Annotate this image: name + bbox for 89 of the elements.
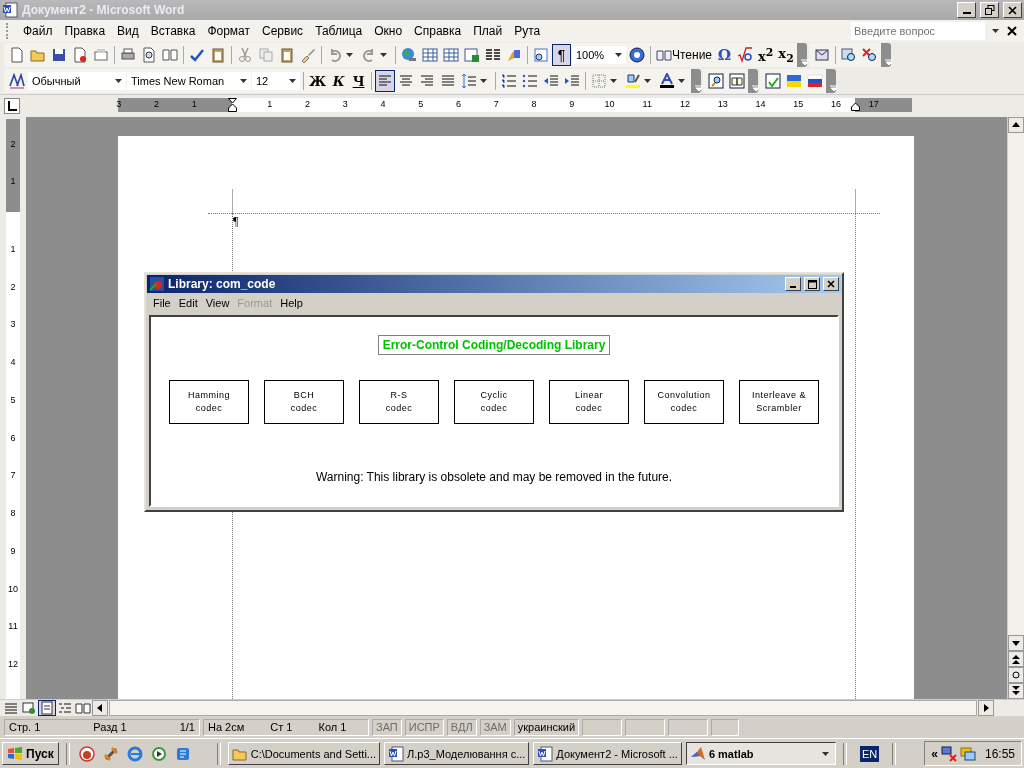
language-indicator: украинский: [513, 718, 580, 736]
help-search-field[interactable]: Введите вопрос: [851, 22, 985, 40]
formatting-marks-button[interactable]: ¶: [552, 44, 571, 66]
ruler-number: 1: [190, 99, 198, 109]
ruler-number: 6: [455, 99, 462, 109]
ruler-number: 5: [417, 99, 425, 109]
font-dropdown[interactable]: Times New Roman: [127, 72, 251, 90]
library-block[interactable]: Convolution codec: [644, 380, 724, 424]
status-field: Разд 1: [93, 721, 127, 733]
ruler-number: 6: [9, 432, 17, 443]
ruler-number: 2: [304, 99, 311, 109]
ruler-number: 10: [7, 583, 19, 594]
library-block[interactable]: Hamming codec: [169, 380, 249, 424]
menu-item[interactable]: Окно: [368, 24, 409, 38]
language-indicator[interactable]: EN: [859, 745, 880, 762]
subscript-button[interactable]: x$_{2}$: [776, 44, 796, 66]
menu-item[interactable]: Формат: [201, 24, 257, 38]
window-title: Library: com_code: [168, 277, 277, 291]
library-block[interactable]: Cyclic codec: [454, 380, 534, 424]
style-dropdown[interactable]: Обычный: [28, 72, 126, 90]
ruler-number: 2: [9, 281, 17, 292]
status-field: Стр. 1: [9, 721, 41, 733]
menu-item[interactable]: Сервис: [256, 24, 310, 38]
ruler-number: 1: [266, 99, 274, 109]
taskbar-button[interactable]: 6 matlab: [685, 742, 836, 765]
status-field: 1/1: [179, 721, 195, 733]
ruler-number: 11: [7, 621, 19, 632]
ruler-number: 4: [9, 357, 17, 367]
bold-button[interactable]: Ж: [307, 70, 329, 92]
ruler-number: 9: [568, 99, 576, 109]
ruler-number: 12: [7, 659, 19, 669]
library-block[interactable]: Linear codec: [549, 380, 629, 424]
start-button[interactable]: Пуск: [2, 742, 59, 765]
ruler-number: 5: [9, 394, 17, 405]
ruler-number: 7: [492, 99, 500, 109]
ruler-number: 2: [153, 99, 160, 109]
menu-item[interactable]: Help: [276, 297, 307, 309]
status-field: На 2см: [208, 721, 245, 733]
italic-button[interactable]: К: [329, 70, 349, 92]
ruler-number: 9: [9, 545, 17, 556]
window-title: Документ2 - Microsoft Word: [22, 3, 186, 17]
ruler-number: 4: [379, 99, 387, 109]
status-field: Ст 1: [270, 721, 293, 733]
ruler-number: 1: [9, 176, 17, 187]
ruler-number: 10: [603, 99, 616, 109]
menu-item[interactable]: File: [149, 297, 175, 309]
menu-item[interactable]: View: [201, 297, 234, 309]
ruler-number: 14: [754, 99, 767, 109]
taskbar-button[interactable]: Л.р3_Моделювання с...: [384, 742, 530, 765]
library-block[interactable]: R-S codec: [359, 380, 439, 424]
warning-text: Warning: This library is obsolete and may be removed in the future.: [315, 470, 673, 484]
ruler-number: 3: [9, 319, 17, 330]
ruler-number: 15: [792, 99, 805, 109]
menu-item[interactable]: Файл: [17, 24, 59, 38]
menu-item[interactable]: Рута: [508, 24, 547, 38]
menu-item[interactable]: Правка: [58, 24, 112, 38]
ruler-number: 12: [679, 99, 691, 109]
menu-item[interactable]: Плай: [467, 24, 509, 38]
taskbar-button[interactable]: C:\Documents and Setti...: [227, 742, 381, 765]
ruler-number: 16: [830, 99, 842, 109]
underline-button[interactable]: Ч: [349, 70, 369, 92]
ruler-number: 2: [9, 138, 17, 149]
ruler-number: 13: [716, 99, 729, 109]
show-hidden-icons-button[interactable]: «: [931, 746, 938, 761]
reading-button[interactable]: Чтение: [654, 44, 715, 66]
library-heading: Error-Control Coding/Decoding Library: [377, 335, 611, 355]
taskbar-button[interactable]: Документ2 - Microsoft ...: [533, 742, 682, 765]
library-block[interactable]: BCH codec: [264, 380, 344, 424]
symbol-button[interactable]: Ω: [715, 44, 735, 66]
ruler-number: 11: [641, 99, 653, 109]
ruler-number: 3: [115, 99, 123, 109]
ruler-number: 17: [867, 99, 880, 109]
superscript-button[interactable]: x$^{2}$: [756, 44, 776, 66]
library-block[interactable]: Interleave & Scrambler: [739, 380, 819, 424]
ruler-number: 3: [341, 99, 349, 109]
ruler-number: 8: [530, 99, 538, 109]
menu-item[interactable]: Edit: [174, 297, 202, 309]
clock: 16:55: [984, 746, 1015, 761]
menu-item[interactable]: Справка: [408, 24, 468, 38]
paragraph-mark: ¶: [233, 214, 239, 229]
zoom-dropdown[interactable]: 100%: [572, 46, 626, 64]
menu-item[interactable]: Вставка: [144, 24, 202, 38]
ruler-number: 7: [9, 470, 17, 481]
menu-item[interactable]: Вид: [111, 24, 145, 38]
menu-item[interactable]: Таблица: [309, 24, 369, 38]
ruler-number: 1: [9, 243, 17, 254]
ruler-number: 8: [9, 508, 17, 518]
status-field: Кол 1: [318, 721, 347, 733]
font-size-dropdown[interactable]: 12: [252, 72, 300, 90]
